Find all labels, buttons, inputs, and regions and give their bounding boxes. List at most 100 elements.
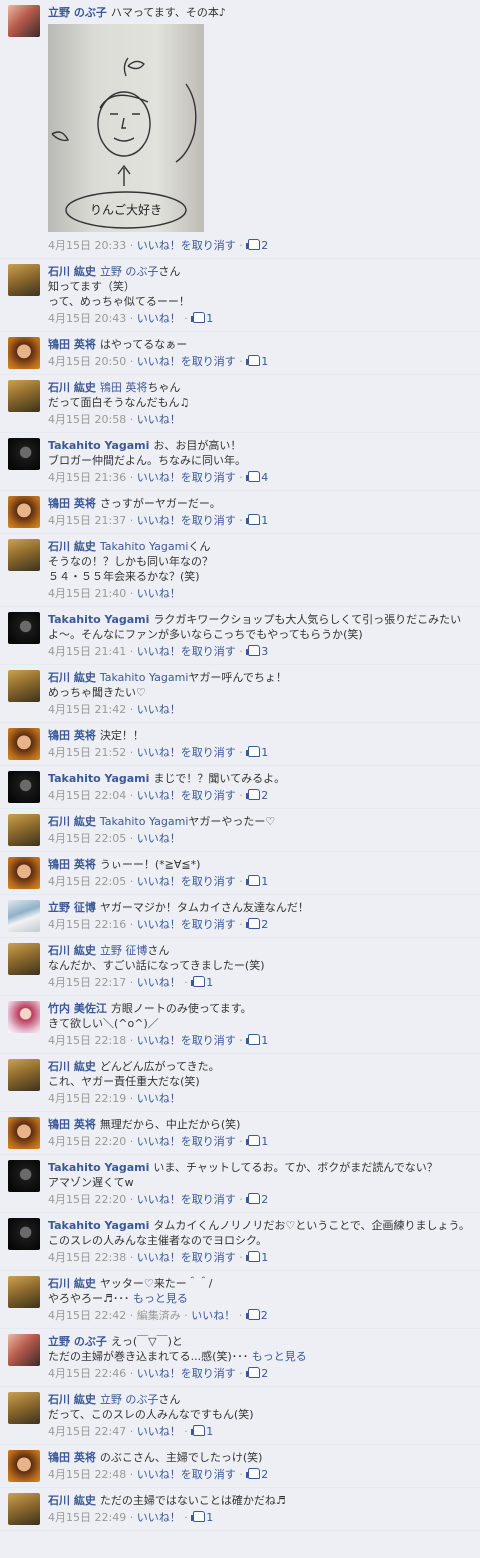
timestamp[interactable]: 4月15日 22:38 xyxy=(48,1251,126,1264)
unlike-link[interactable]: いいね！を取り消す xyxy=(137,1251,236,1264)
like-count[interactable]: 1 xyxy=(191,976,213,989)
mention-link[interactable]: Takahito Yagami xyxy=(100,815,189,828)
like-count[interactable]: 2 xyxy=(246,918,268,931)
unlike-link[interactable]: いいね！を取り消す xyxy=(137,1367,236,1380)
timestamp[interactable]: 4月15日 21:42 xyxy=(48,703,126,716)
like-count[interactable]: 1 xyxy=(191,312,213,325)
author-name-link[interactable]: 石川 紘史 xyxy=(48,1277,96,1290)
author-name-link[interactable]: Takahito Yagami xyxy=(48,1219,149,1232)
like-count[interactable]: 2 xyxy=(245,1309,268,1322)
unlike-link[interactable]: いいね！を取り消す xyxy=(137,918,236,931)
like-count[interactable]: 2 xyxy=(246,1193,268,1206)
timestamp[interactable]: 4月15日 21:36 xyxy=(48,471,126,484)
unlike-link[interactable]: いいね！を取り消す xyxy=(137,1135,236,1148)
like-count[interactable]: 1 xyxy=(246,746,268,759)
avatar[interactable] xyxy=(8,1160,40,1192)
avatar[interactable] xyxy=(8,264,40,296)
timestamp[interactable]: 4月15日 22:16 xyxy=(48,918,126,931)
timestamp[interactable]: 4月15日 21:52 xyxy=(48,746,126,759)
like-link[interactable]: いいね！ xyxy=(137,832,181,845)
avatar[interactable] xyxy=(8,5,40,37)
see-more-link[interactable]: もっと見る xyxy=(252,1350,307,1363)
avatar[interactable] xyxy=(8,1218,40,1250)
like-count[interactable]: 3 xyxy=(246,645,268,658)
author-name-link[interactable]: 竹内 美佐江 xyxy=(48,1002,107,1015)
avatar[interactable] xyxy=(8,1001,40,1033)
author-name-link[interactable]: Takahito Yagami xyxy=(48,1161,149,1174)
avatar[interactable] xyxy=(8,380,40,412)
like-count[interactable]: 1 xyxy=(246,1135,268,1148)
author-name-link[interactable]: 鴇田 英将 xyxy=(48,1118,96,1131)
author-name-link[interactable]: 立野 征博 xyxy=(48,901,96,914)
timestamp[interactable]: 4月15日 22:17 xyxy=(48,976,126,989)
unlike-link[interactable]: いいね！を取り消す xyxy=(137,1468,236,1481)
timestamp[interactable]: 4月15日 22:48 xyxy=(48,1468,126,1481)
author-name-link[interactable]: 石川 紘史 xyxy=(48,1393,96,1406)
like-count[interactable]: 1 xyxy=(246,1034,268,1047)
avatar[interactable] xyxy=(8,1392,40,1424)
timestamp[interactable]: 4月15日 22:47 xyxy=(48,1425,126,1438)
author-name-link[interactable]: Takahito Yagami xyxy=(48,439,149,452)
author-name-link[interactable]: 石川 紘史 xyxy=(48,671,96,684)
unlike-link[interactable]: いいね！を取り消す xyxy=(137,239,236,252)
unlike-link[interactable]: いいね！を取り消す xyxy=(137,471,236,484)
author-name-link[interactable]: 石川 紘史 xyxy=(48,815,96,828)
like-count[interactable]: 1 xyxy=(246,1251,268,1264)
timestamp[interactable]: 4月15日 22:20 xyxy=(48,1193,126,1206)
author-name-link[interactable]: 石川 紘史 xyxy=(48,1494,96,1507)
unlike-link[interactable]: いいね！を取り消す xyxy=(137,514,236,527)
see-more-link[interactable]: もっと見る xyxy=(133,1292,188,1305)
unlike-link[interactable]: いいね！を取り消す xyxy=(137,789,236,802)
author-name-link[interactable]: 鴇田 英将 xyxy=(48,497,96,510)
like-link[interactable]: いいね！ xyxy=(137,1511,181,1524)
avatar[interactable] xyxy=(8,728,40,760)
avatar[interactable] xyxy=(8,814,40,846)
avatar[interactable] xyxy=(8,438,40,470)
avatar[interactable] xyxy=(8,771,40,803)
author-name-link[interactable]: Takahito Yagami xyxy=(48,613,149,626)
timestamp[interactable]: 4月15日 20:33 xyxy=(48,239,126,252)
timestamp[interactable]: 4月15日 22:18 xyxy=(48,1034,126,1047)
mention-link[interactable]: 立野 征博 xyxy=(100,944,148,957)
mention-link[interactable]: Takahito Yagami xyxy=(100,671,189,684)
author-name-link[interactable]: 立野 のぶ子 xyxy=(48,1335,107,1348)
author-name-link[interactable]: 石川 紘史 xyxy=(48,381,96,394)
timestamp[interactable]: 4月15日 20:50 xyxy=(48,355,126,368)
like-count[interactable]: 1 xyxy=(246,875,268,888)
timestamp[interactable]: 4月15日 21:37 xyxy=(48,514,126,527)
author-name-link[interactable]: Takahito Yagami xyxy=(48,772,149,785)
avatar[interactable] xyxy=(8,1276,40,1308)
unlike-link[interactable]: いいね！を取り消す xyxy=(137,875,236,888)
unlike-link[interactable]: いいね！を取り消す xyxy=(137,746,236,759)
unlike-link[interactable]: いいね！を取り消す xyxy=(137,355,236,368)
unlike-link[interactable]: いいね！を取り消す xyxy=(137,1034,236,1047)
avatar[interactable] xyxy=(8,943,40,975)
like-link[interactable]: いいね！ xyxy=(137,413,181,426)
like-count[interactable]: 1 xyxy=(191,1511,213,1524)
like-count[interactable]: 1 xyxy=(191,1425,213,1438)
timestamp[interactable]: 4月15日 22:46 xyxy=(48,1367,126,1380)
author-name-link[interactable]: 立野 のぶ子 xyxy=(48,6,107,19)
avatar[interactable] xyxy=(8,1117,40,1149)
author-name-link[interactable]: 鴇田 英将 xyxy=(48,1451,96,1464)
like-count[interactable]: 2 xyxy=(246,1468,268,1481)
timestamp[interactable]: 4月15日 22:42 xyxy=(48,1309,126,1322)
timestamp[interactable]: 4月15日 22:05 xyxy=(48,832,126,845)
avatar[interactable] xyxy=(8,612,40,644)
like-link[interactable]: いいね！ xyxy=(137,1092,181,1105)
like-count[interactable]: 2 xyxy=(246,789,268,802)
like-count[interactable]: 4 xyxy=(246,471,268,484)
like-link[interactable]: いいね！ xyxy=(191,1309,235,1322)
timestamp[interactable]: 4月15日 22:05 xyxy=(48,875,126,888)
avatar[interactable] xyxy=(8,1059,40,1091)
mention-link[interactable]: Takahito Yagami xyxy=(100,540,189,553)
like-count[interactable]: 1 xyxy=(246,514,268,527)
mention-link[interactable]: 立野 のぶ子 xyxy=(100,265,159,278)
timestamp[interactable]: 4月15日 22:49 xyxy=(48,1511,126,1524)
author-name-link[interactable]: 石川 紘史 xyxy=(48,265,96,278)
mention-link[interactable]: 立野 のぶ子 xyxy=(100,1393,159,1406)
unlike-link[interactable]: いいね！を取り消す xyxy=(137,645,236,658)
like-link[interactable]: いいね！ xyxy=(137,312,181,325)
like-link[interactable]: いいね！ xyxy=(137,587,181,600)
avatar[interactable] xyxy=(8,1334,40,1366)
